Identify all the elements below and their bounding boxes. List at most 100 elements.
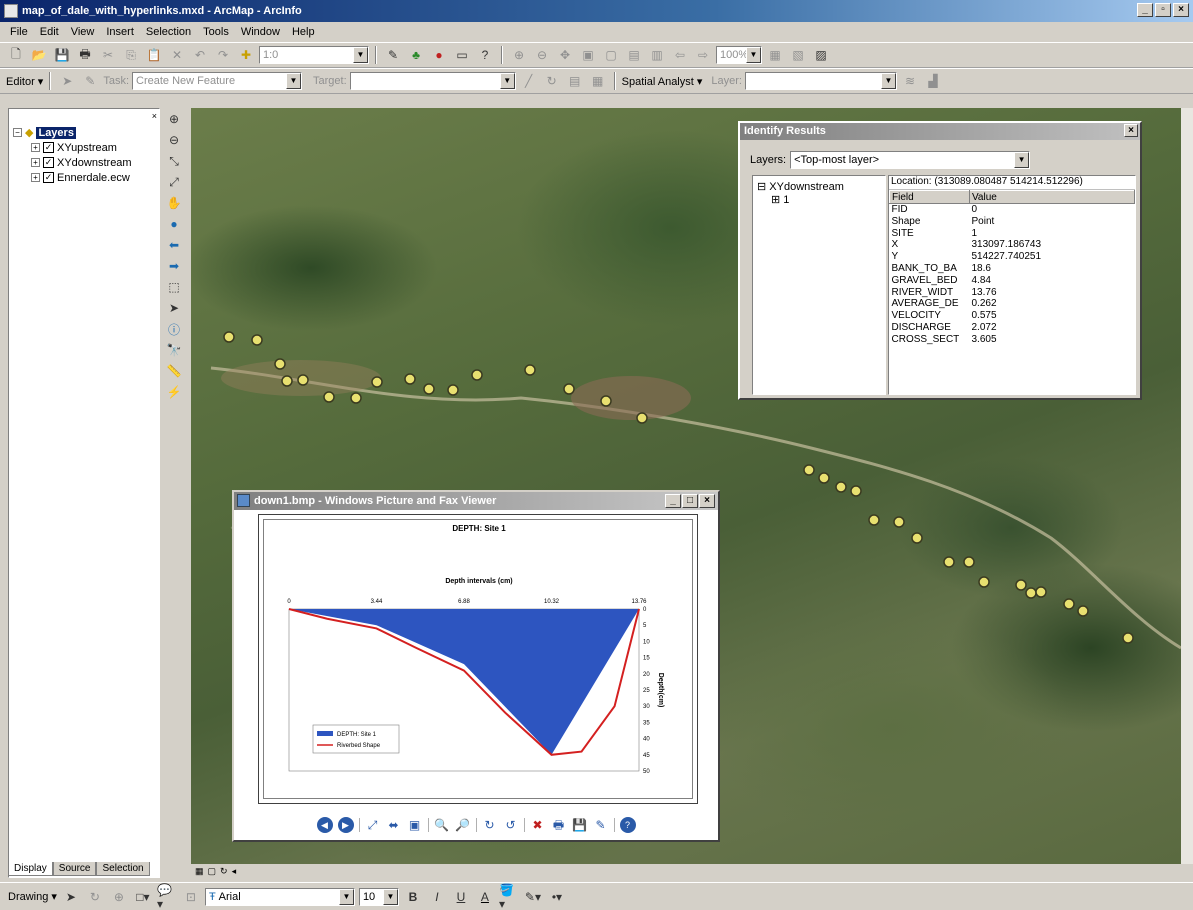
sample-point[interactable]	[636, 412, 648, 424]
menu-edit[interactable]: Edit	[38, 25, 61, 39]
menu-view[interactable]: View	[69, 25, 97, 39]
bold-button[interactable]: B	[403, 887, 423, 907]
sample-point[interactable]	[1025, 587, 1037, 599]
drawing-menu[interactable]: Drawing ▾	[8, 890, 57, 903]
toc-layer-xyupstream[interactable]: + ✓ XYupstream	[13, 140, 159, 155]
previous-image-icon[interactable]: ◀	[316, 817, 333, 833]
select-features-icon[interactable]: ⬚	[165, 278, 183, 296]
sample-point[interactable]	[423, 383, 435, 395]
sample-point[interactable]	[835, 481, 847, 493]
back-extent-icon[interactable]: ⇦	[670, 45, 690, 65]
sample-point[interactable]	[943, 556, 955, 568]
sample-point[interactable]	[251, 334, 263, 346]
underline-button[interactable]: U	[451, 887, 471, 907]
font-size-combo[interactable]: 10 ▼	[358, 887, 399, 906]
maximize-button[interactable]: □	[682, 494, 698, 508]
toc-layers-root[interactable]: − ◆ Layers	[13, 125, 159, 140]
scroll-left-icon[interactable]: ◂	[232, 866, 237, 877]
sample-point[interactable]	[911, 532, 923, 544]
sample-point[interactable]	[600, 395, 612, 407]
edit-tool-icon[interactable]: ➤	[57, 71, 77, 91]
table-row[interactable]: X 313097.186743	[890, 239, 1135, 251]
spatial-analyst-menu[interactable]: Spatial Analyst ▾	[622, 75, 703, 88]
font-combo[interactable]: Ŧ Arial ▼	[204, 887, 355, 906]
tree-item-layer[interactable]: ⊟ XYdownstream	[757, 180, 881, 193]
editor-toolbar-icon[interactable]: ✎	[383, 45, 403, 65]
zoom-out-icon[interactable]: 🔎	[455, 817, 471, 833]
fill-color-icon[interactable]: 🪣▾	[499, 883, 519, 910]
redo-icon[interactable]: ↷	[213, 45, 233, 65]
sample-point[interactable]	[281, 375, 293, 387]
zoom-percent-combo[interactable]: 100% ▼	[716, 46, 762, 64]
sample-point[interactable]	[1077, 605, 1089, 617]
histogram-icon[interactable]: ▟	[923, 71, 943, 91]
table-row[interactable]: SITE 1	[890, 228, 1135, 240]
vertical-scrollbar[interactable]	[1181, 108, 1193, 864]
column-header-value[interactable]: Value	[969, 190, 1135, 204]
close-button[interactable]: ×	[1124, 124, 1138, 137]
chevron-down-icon[interactable]: ▼	[746, 47, 761, 63]
tab-source[interactable]: Source	[52, 862, 97, 876]
sample-point[interactable]	[297, 374, 309, 386]
callout-icon[interactable]: 💬▾	[157, 883, 177, 910]
measure-icon[interactable]: 📏	[165, 362, 183, 380]
checkbox-icon[interactable]: ✓	[43, 157, 54, 168]
editor-menu[interactable]: Editor ▾	[6, 75, 43, 88]
menu-window[interactable]: Window	[239, 25, 282, 39]
chevron-down-icon[interactable]: ▼	[382, 888, 398, 905]
line-color-icon[interactable]: ✎▾	[523, 887, 543, 907]
collapse-icon[interactable]: −	[13, 128, 22, 137]
column-header-field[interactable]: Field	[889, 190, 970, 204]
expand-icon[interactable]: +	[31, 173, 40, 182]
menu-file[interactable]: File	[8, 25, 30, 39]
delete-icon[interactable]: ✖	[530, 817, 546, 833]
print-icon[interactable]: 🖶	[75, 45, 95, 65]
slideshow-icon[interactable]: ▣	[407, 817, 423, 833]
map-scale-combo[interactable]: 1:0 ▼	[259, 46, 369, 64]
best-fit-icon[interactable]: ⤢	[365, 817, 381, 833]
chevron-down-icon[interactable]: ▼	[338, 888, 354, 905]
delete-icon[interactable]: ✕	[167, 45, 187, 65]
sample-point[interactable]	[978, 576, 990, 588]
close-button[interactable]: ×	[699, 494, 715, 508]
save-icon[interactable]: 💾	[52, 45, 72, 65]
sample-point[interactable]	[1035, 586, 1047, 598]
focus-data-frame-icon[interactable]: ▧	[788, 45, 808, 65]
chevron-down-icon[interactable]: ▼	[1014, 152, 1030, 168]
checkbox-icon[interactable]: ✓	[43, 172, 54, 183]
whats-this-icon[interactable]: ?	[475, 45, 495, 65]
fixed-zoom-in-icon[interactable]: ▤	[624, 45, 644, 65]
chevron-down-icon[interactable]: ▼	[499, 73, 515, 89]
help-icon[interactable]: ?	[619, 817, 636, 833]
table-row[interactable]: FID 0	[890, 204, 1135, 216]
marker-color-icon[interactable]: •▾	[547, 887, 567, 907]
menu-tools[interactable]: Tools	[201, 25, 231, 39]
forward-extent-icon[interactable]: ⇨	[693, 45, 713, 65]
minimize-button[interactable]: _	[1137, 3, 1153, 17]
undo-icon[interactable]: ↶	[190, 45, 210, 65]
spatial-layer-combo[interactable]: ▼	[744, 72, 897, 90]
command-line-icon[interactable]: ▭	[452, 45, 472, 65]
change-layout-icon[interactable]: ▨	[811, 45, 831, 65]
target-combo[interactable]: ▼	[349, 72, 516, 90]
sample-point[interactable]	[371, 376, 383, 388]
new-document-icon[interactable]: 🗋	[6, 45, 26, 65]
table-row[interactable]: RIVER_WIDT 13.76	[890, 287, 1135, 299]
expand-icon[interactable]: +	[31, 143, 40, 152]
sample-point[interactable]	[868, 514, 880, 526]
sample-point[interactable]	[1122, 632, 1134, 644]
layout-view-icon[interactable]: ▢	[208, 866, 217, 877]
zoom-100-icon[interactable]: ▢	[601, 45, 621, 65]
zoom-selected-icon[interactable]: ⊕	[109, 887, 129, 907]
sample-point[interactable]	[803, 464, 815, 476]
sample-point[interactable]	[524, 364, 536, 376]
cut-icon[interactable]: ✂	[98, 45, 118, 65]
identify-layers-combo[interactable]: <Top-most layer> ▼	[790, 151, 1031, 169]
sketch-tool-icon[interactable]: ✎	[80, 71, 100, 91]
zoom-in-icon[interactable]: ⊕	[165, 110, 183, 128]
layout-zoom-out-icon[interactable]: ⊖	[532, 45, 552, 65]
sample-point[interactable]	[563, 383, 575, 395]
sample-point[interactable]	[963, 556, 975, 568]
table-row[interactable]: Shape Point	[890, 216, 1135, 228]
tree-item-feature[interactable]: ⊞ 1	[757, 193, 881, 206]
